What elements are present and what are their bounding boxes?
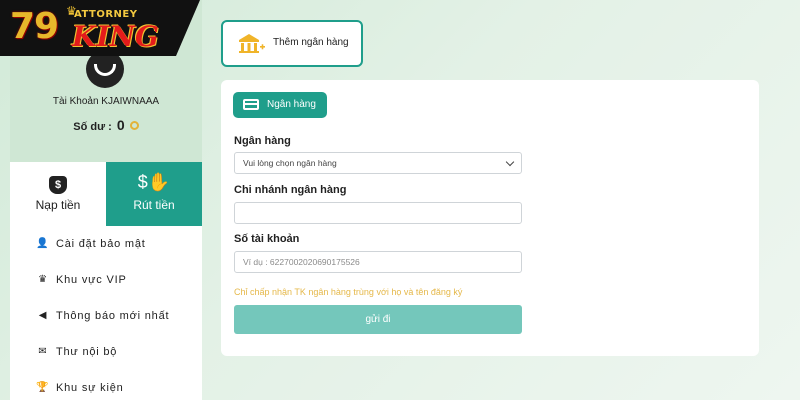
hand-coin-icon: $✋ — [137, 172, 171, 192]
sidebar-item-label: Khu vực VIP — [56, 274, 127, 286]
user-lock-icon: 👤 — [36, 238, 50, 249]
credit-card-icon — [243, 99, 259, 110]
tab-deposit[interactable]: $ Nạp tiền — [10, 162, 106, 226]
balance-label: Số dư : — [73, 121, 112, 133]
bank-select[interactable]: Vui lòng chọn ngân hàng — [234, 152, 522, 174]
bank-tab-label: Ngân hàng — [267, 99, 316, 110]
sidebar-item-inbox[interactable]: ✉ Thư nội bộ — [10, 334, 202, 370]
balance-value: 0 — [116, 117, 125, 133]
deposit-withdraw-tabs: $ Nạp tiền $✋ Rút tiền — [10, 162, 202, 226]
add-bank-label: Thêm ngân hàng — [273, 37, 349, 48]
sidebar-item-label: Thư nội bộ — [56, 346, 118, 358]
branch-input[interactable] — [234, 202, 522, 224]
bank-label: Ngân hàng — [234, 135, 291, 147]
refresh-coin-icon[interactable] — [129, 121, 139, 130]
chevron-down-icon — [505, 157, 515, 167]
bank-form-panel: Ngân hàng Ngân hàng Vui lòng chọn ngân h… — [221, 80, 759, 356]
sidebar: Tài Khoản KJAIWNAAA Số dư : 0 $ Nạp tiền… — [10, 0, 202, 400]
vip-crown-icon: ♛ — [38, 274, 48, 285]
branch-label: Chi nhánh ngân hàng — [234, 184, 347, 196]
add-bank-button[interactable]: Thêm ngân hàng — [221, 20, 363, 67]
logo-top-word: ATTORNEY — [74, 9, 138, 20]
balance: Số dư : 0 — [10, 117, 202, 133]
sidebar-item-security[interactable]: 👤 Cài đặt bảo mật — [10, 226, 202, 262]
sidebar-item-vip[interactable]: ♛ Khu vực VIP — [10, 262, 202, 298]
account-number-input[interactable] — [234, 251, 522, 273]
sidebar-menu: 👤 Cài đặt bảo mật ♛ Khu vực VIP ◀ Thông … — [10, 226, 202, 400]
megaphone-icon: ◀ — [38, 310, 48, 321]
bank-tab-pill[interactable]: Ngân hàng — [233, 92, 327, 118]
bank-add-icon — [239, 34, 265, 53]
logo-number: 79 — [10, 6, 59, 47]
sidebar-item-events[interactable]: 🏆 Khu sự kiện — [10, 370, 202, 400]
submit-button[interactable]: gửi đi — [234, 305, 522, 334]
sidebar-item-label: Khu sự kiện — [56, 382, 124, 394]
sidebar-item-label: Thông báo mới nhất — [56, 310, 170, 322]
sidebar-item-label: Cài đặt bảo mật — [56, 238, 146, 250]
account-number-label: Số tài khoản — [234, 233, 300, 245]
logo-brand: KING — [72, 20, 159, 53]
money-bag-icon: $ — [10, 172, 106, 194]
brand-logo[interactable]: 79 ♛ ATTORNEY KING — [0, 0, 200, 56]
tab-deposit-label: Nạp tiền — [35, 198, 81, 212]
bank-select-value: Vui lòng chọn ngân hàng — [243, 158, 337, 168]
tab-withdraw[interactable]: $✋ Rút tiền — [106, 162, 202, 226]
account-name: Tài Khoản KJAIWNAAA — [52, 96, 160, 107]
smile-icon — [94, 64, 116, 76]
name-match-note: Chỉ chấp nhận TK ngân hàng trùng với họ … — [234, 287, 463, 297]
trophy-icon: 🏆 — [36, 382, 50, 393]
envelope-icon: ✉ — [38, 346, 48, 357]
sidebar-item-notifications[interactable]: ◀ Thông báo mới nhất — [10, 298, 202, 334]
tab-withdraw-label: Rút tiền — [133, 198, 175, 212]
